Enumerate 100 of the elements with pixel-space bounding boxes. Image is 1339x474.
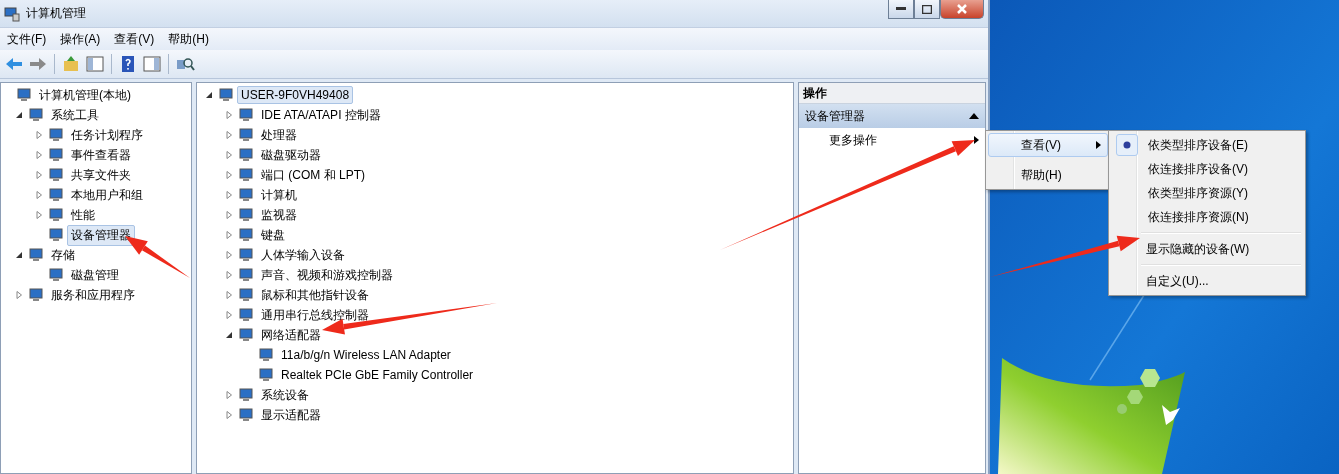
- tree-item[interactable]: 系统设备: [257, 384, 313, 406]
- tree-item[interactable]: 服务和应用程序: [47, 284, 139, 306]
- expanded-arrow-icon[interactable]: [205, 91, 213, 99]
- collapsed-arrow-icon[interactable]: [225, 251, 233, 259]
- device-icon: [238, 407, 254, 423]
- tree-item[interactable]: 鼠标和其他指针设备: [257, 284, 373, 306]
- window-title: 计算机管理: [26, 5, 86, 22]
- collapse-icon[interactable]: [969, 113, 979, 119]
- menu-item[interactable]: 操作(A): [53, 30, 108, 48]
- tree-item[interactable]: 监视器: [257, 204, 301, 226]
- tree-item[interactable]: 声音、视频和游戏控制器: [257, 264, 397, 286]
- tree-item[interactable]: 键盘: [257, 224, 289, 246]
- device-icon: [48, 267, 64, 283]
- tree-item[interactable]: 11a/b/g/n Wireless LAN Adapter: [277, 346, 455, 364]
- tree-item[interactable]: 磁盘管理: [67, 264, 123, 286]
- tree-item[interactable]: 人体学输入设备: [257, 244, 349, 266]
- collapsed-arrow-icon[interactable]: [225, 131, 233, 139]
- menu-item[interactable]: 帮助(H): [988, 163, 1108, 187]
- device-icon: [238, 287, 254, 303]
- device-icon: [28, 247, 44, 263]
- tree-item[interactable]: 显示适配器: [257, 404, 325, 426]
- maximize-icon: [922, 4, 932, 14]
- tree-item[interactable]: 系统工具: [47, 104, 103, 126]
- device-icon: [48, 147, 64, 163]
- expanded-arrow-icon[interactable]: [15, 111, 23, 119]
- section-header[interactable]: 设备管理器: [799, 104, 985, 128]
- menu-item[interactable]: 自定义(U)...: [1111, 269, 1303, 293]
- collapsed-arrow-icon[interactable]: [225, 211, 233, 219]
- menu-item[interactable]: 查看(V): [988, 133, 1108, 157]
- collapsed-arrow-icon[interactable]: [225, 171, 233, 179]
- close-button[interactable]: [940, 0, 984, 19]
- menu-item[interactable]: 依连接排序设备(V): [1111, 157, 1303, 181]
- collapsed-arrow-icon[interactable]: [35, 211, 43, 219]
- menu-item[interactable]: 依类型排序资源(Y): [1111, 181, 1303, 205]
- collapsed-arrow-icon[interactable]: [225, 411, 233, 419]
- device-icon: [28, 107, 44, 123]
- device-icon: [238, 127, 254, 143]
- device-icon: [238, 267, 254, 283]
- tree-item[interactable]: 本地用户和组: [67, 184, 147, 206]
- device-icon: [238, 107, 254, 123]
- device-icon: [48, 227, 64, 243]
- menu-item[interactable]: 查看(V): [107, 30, 162, 48]
- tree-item[interactable]: 共享文件夹: [67, 164, 135, 186]
- device-icon: [258, 367, 274, 383]
- menu-item[interactable]: 显示隐藏的设备(W): [1111, 237, 1303, 261]
- folder-up-icon[interactable]: [61, 54, 81, 74]
- device-icon: [238, 147, 254, 163]
- collapsed-arrow-icon[interactable]: [225, 191, 233, 199]
- tree-item[interactable]: 计算机: [257, 184, 301, 206]
- tree-item[interactable]: 磁盘驱动器: [257, 144, 325, 166]
- action-pane-icon[interactable]: [142, 54, 162, 74]
- submenu-arrow-icon: [1096, 141, 1101, 149]
- collapsed-arrow-icon[interactable]: [35, 171, 43, 179]
- collapsed-arrow-icon[interactable]: [35, 151, 43, 159]
- collapsed-arrow-icon[interactable]: [225, 151, 233, 159]
- menu-item[interactable]: 帮助(H): [161, 30, 216, 48]
- console-tree-icon[interactable]: [85, 54, 105, 74]
- tree-item[interactable]: USER-9F0VH49408: [237, 86, 354, 104]
- maximize-button[interactable]: [914, 0, 940, 19]
- device-icon: [258, 347, 274, 363]
- tree-item[interactable]: 任务计划程序: [67, 124, 147, 146]
- device-icon: [218, 87, 234, 103]
- device-icon: [48, 127, 64, 143]
- collapsed-arrow-icon[interactable]: [35, 131, 43, 139]
- tree-item[interactable]: 网络适配器: [257, 324, 325, 346]
- expanded-arrow-icon[interactable]: [15, 251, 23, 259]
- close-icon: [957, 4, 967, 14]
- tree-item[interactable]: Realtek PCIe GbE Family Controller: [277, 366, 478, 384]
- tree-item[interactable]: 性能: [67, 204, 99, 226]
- device-icon: [238, 247, 254, 263]
- tree-item[interactable]: 端口 (COM 和 LPT): [257, 164, 369, 186]
- minimize-button[interactable]: [888, 0, 914, 19]
- tree-item[interactable]: 存储: [47, 244, 79, 266]
- collapsed-arrow-icon[interactable]: [35, 191, 43, 199]
- collapsed-arrow-icon[interactable]: [225, 311, 233, 319]
- tree-item[interactable]: 事件查看器: [67, 144, 135, 166]
- menu-item[interactable]: 文件(F): [0, 30, 54, 48]
- menu-item[interactable]: 依类型排序设备(E): [1111, 133, 1303, 157]
- device-icon: [238, 187, 254, 203]
- tree-item[interactable]: 计算机管理(本地): [35, 84, 135, 106]
- minimize-icon: [896, 7, 906, 11]
- pane-title: 操作: [803, 84, 827, 102]
- collapsed-arrow-icon[interactable]: [225, 111, 233, 119]
- device-icon: [48, 167, 64, 183]
- device-icon: [238, 307, 254, 323]
- action-link[interactable]: 更多操作: [829, 131, 877, 149]
- collapsed-arrow-icon[interactable]: [225, 291, 233, 299]
- tree-item[interactable]: IDE ATA/ATAPI 控制器: [257, 104, 385, 126]
- tree-item[interactable]: 处理器: [257, 124, 301, 146]
- device-icon: [238, 387, 254, 403]
- expanded-arrow-icon[interactable]: [225, 331, 233, 339]
- device-icon: [238, 227, 254, 243]
- menu-item[interactable]: 依连接排序资源(N): [1111, 205, 1303, 229]
- device-icon: [238, 207, 254, 223]
- collapsed-arrow-icon[interactable]: [225, 271, 233, 279]
- collapsed-arrow-icon[interactable]: [225, 391, 233, 399]
- tree-item[interactable]: 通用串行总线控制器: [257, 304, 373, 326]
- collapsed-arrow-icon[interactable]: [225, 231, 233, 239]
- device-icon: [16, 87, 32, 103]
- collapsed-arrow-icon[interactable]: [15, 291, 23, 299]
